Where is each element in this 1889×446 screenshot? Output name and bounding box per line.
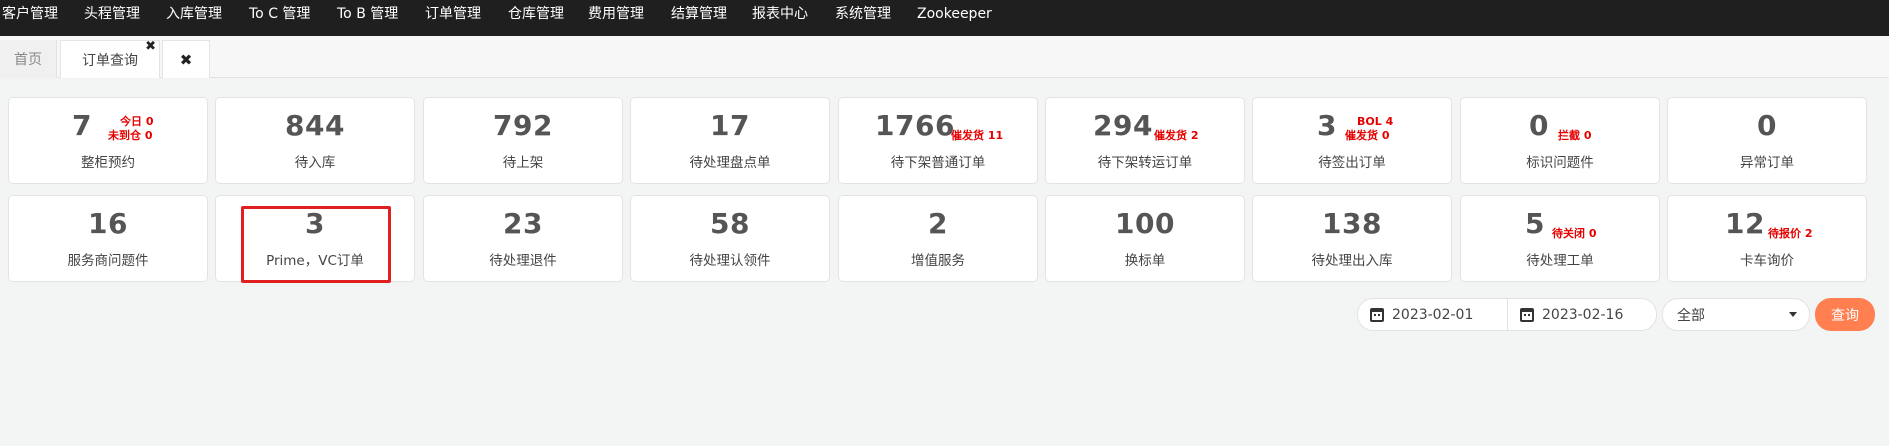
card-count: 0 — [1757, 109, 1777, 142]
card-count: 138 — [1322, 207, 1382, 240]
close-icon: ✖ — [179, 50, 193, 69]
card-label: 标识问题件 — [1526, 155, 1594, 171]
card-alert: 未到仓 0 — [108, 129, 153, 142]
card-count: 16 — [88, 207, 128, 240]
calendar-icon — [1370, 307, 1384, 322]
card-label: 待处理认领件 — [689, 253, 771, 269]
card-count: 792 — [493, 109, 553, 142]
card-exception-orders[interactable]: 0 异常订单 — [1667, 97, 1867, 184]
card-label: 增值服务 — [911, 253, 965, 269]
card-count: 58 — [710, 207, 750, 240]
card-pending-inbound[interactable]: 844 待入库 — [215, 97, 415, 184]
card-label: 待入库 — [294, 155, 336, 171]
card-pending-transfer-orders[interactable]: 294 催发货 2 待下架转运订单 — [1045, 97, 1245, 184]
card-alert: BOL 4 — [1357, 115, 1394, 128]
tab-home[interactable]: 首页 — [0, 40, 57, 78]
card-label: 服务商问题件 — [67, 253, 149, 269]
card-value-added[interactable]: 2 增值服务 — [838, 195, 1038, 282]
card-pending-normal-orders[interactable]: 1766 催发货 11 待下架普通订单 — [838, 97, 1038, 184]
card-alert: 催发货 0 — [1345, 129, 1390, 142]
nav-system[interactable]: 系统管理 — [835, 0, 891, 28]
tab-home-label: 首页 — [14, 52, 42, 68]
card-alert: 催发货 2 — [1154, 129, 1199, 142]
close-all-tabs-button[interactable]: ✖ — [162, 40, 210, 78]
card-pending-shelving[interactable]: 792 待上架 — [423, 97, 623, 184]
status-select-value: 全部 — [1677, 307, 1705, 324]
card-alert: 待关闭 0 — [1552, 227, 1597, 240]
card-label: 待上架 — [502, 155, 544, 171]
nav-inbound[interactable]: 入库管理 — [166, 0, 222, 28]
nav-orders[interactable]: 订单管理 — [425, 0, 481, 28]
card-relabel-orders[interactable]: 100 换标单 — [1045, 195, 1245, 282]
tab-order-query[interactable]: 订单查询 ✖ — [60, 39, 160, 78]
card-label-issues[interactable]: 0 拦截 0 标识问题件 — [1460, 97, 1660, 184]
calendar-icon — [1520, 307, 1534, 322]
card-count: 844 — [285, 109, 345, 142]
card-label: 待处理工单 — [1526, 253, 1594, 269]
card-alert: 待报价 2 — [1768, 227, 1813, 240]
card-alert: 拦截 0 — [1558, 129, 1592, 142]
card-alert: 今日 0 — [120, 115, 154, 128]
card-pending-inout[interactable]: 138 待处理出入库 — [1252, 195, 1452, 282]
card-label: 待下架普通订单 — [890, 155, 986, 171]
nav-settlement[interactable]: 结算管理 — [671, 0, 727, 28]
card-label: 整柜预约 — [81, 155, 135, 171]
status-select[interactable]: 全部 — [1662, 298, 1810, 331]
card-pending-tickets[interactable]: 5 待关闭 0 待处理工单 — [1460, 195, 1660, 282]
card-provider-issues[interactable]: 16 服务商问题件 — [8, 195, 208, 282]
start-date-input[interactable]: 2023-02-01 — [1357, 298, 1507, 331]
card-container-load[interactable]: 7 今日 0 未到仓 0 整柜预约 — [8, 97, 208, 184]
card-label: 异常订单 — [1740, 155, 1794, 171]
tab-bar: 首页 订单查询 ✖ ✖ — [0, 36, 1889, 78]
card-label: 待下架转运订单 — [1097, 155, 1193, 171]
card-label: 卡车询价 — [1740, 253, 1794, 269]
end-date-input[interactable]: 2023-02-16 — [1507, 298, 1657, 331]
card-count: 100 — [1115, 207, 1175, 240]
card-count: 23 — [503, 207, 543, 240]
card-count: 0 — [1529, 109, 1549, 142]
card-pending-stocktake[interactable]: 17 待处理盘点单 — [630, 97, 830, 184]
card-label: 待处理盘点单 — [689, 155, 771, 171]
card-pending-claims[interactable]: 58 待处理认领件 — [630, 195, 830, 282]
highlight-box — [241, 206, 391, 283]
card-truck-quotes[interactable]: 12 待报价 2 卡车询价 — [1667, 195, 1867, 282]
close-icon[interactable]: ✖ — [145, 39, 156, 54]
nav-customer[interactable]: 客户管理 — [2, 0, 58, 28]
nav-zookeeper[interactable]: Zookeeper — [917, 0, 992, 28]
query-button-label: 查询 — [1831, 307, 1859, 324]
nav-tob[interactable]: To B 管理 — [337, 0, 398, 28]
card-count: 17 — [710, 109, 750, 142]
card-alert: 催发货 11 — [951, 129, 1004, 142]
card-pending-returns[interactable]: 23 待处理退件 — [423, 195, 623, 282]
nav-headhaul[interactable]: 头程管理 — [84, 0, 140, 28]
card-count: 2 — [928, 207, 948, 240]
card-pending-signout[interactable]: 3 BOL 4 催发货 0 待签出订单 — [1252, 97, 1452, 184]
query-button[interactable]: 查询 — [1815, 298, 1875, 331]
card-label: 待处理退件 — [489, 253, 557, 269]
end-date-value: 2023-02-16 — [1542, 306, 1624, 323]
chevron-down-icon — [1789, 312, 1797, 317]
top-nav: 客户管理 头程管理 入库管理 To C 管理 To B 管理 订单管理 仓库管理… — [0, 0, 1889, 36]
nav-reports[interactable]: 报表中心 — [752, 0, 808, 28]
tab-order-label: 订单查询 — [82, 52, 138, 69]
nav-warehouse[interactable]: 仓库管理 — [508, 0, 564, 28]
card-label: 待签出订单 — [1318, 155, 1386, 171]
card-label: 待处理出入库 — [1311, 253, 1393, 269]
card-label: 换标单 — [1124, 253, 1166, 269]
nav-fees[interactable]: 费用管理 — [588, 0, 644, 28]
start-date-value: 2023-02-01 — [1392, 306, 1474, 323]
nav-toc[interactable]: To C 管理 — [249, 0, 310, 28]
